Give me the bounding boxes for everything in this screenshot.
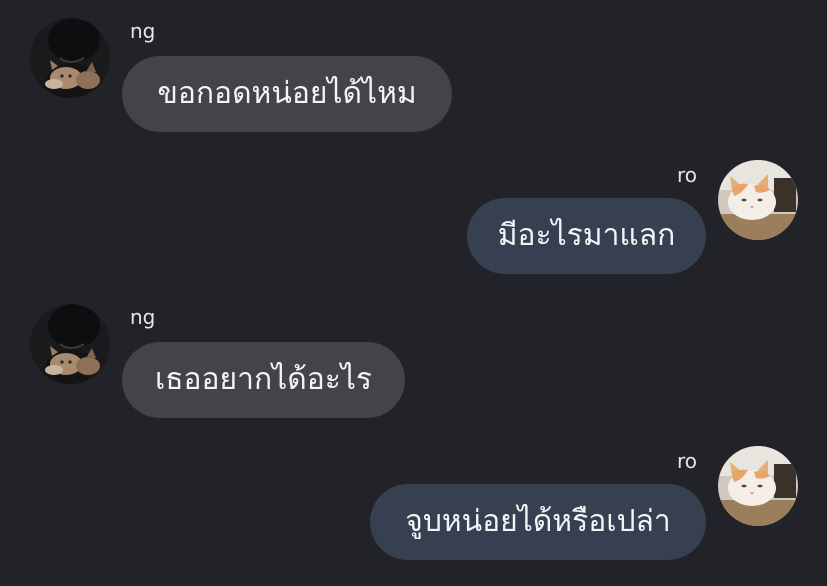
message-bubble[interactable]: จูบหน่อยได้หรือเปล่า bbox=[370, 484, 706, 560]
message-bubble[interactable]: มีอะไรมาแลก bbox=[467, 198, 706, 274]
sender-name: ro bbox=[676, 163, 697, 187]
cat-avatar[interactable] bbox=[718, 160, 798, 240]
message-row: ro มีอะไรมาแลก bbox=[0, 0, 827, 274]
cat-avatar[interactable] bbox=[718, 446, 798, 526]
sender-name: ro bbox=[676, 449, 697, 473]
message-row: ro จูบหน่อยได้หรือเปล่า bbox=[0, 286, 827, 560]
